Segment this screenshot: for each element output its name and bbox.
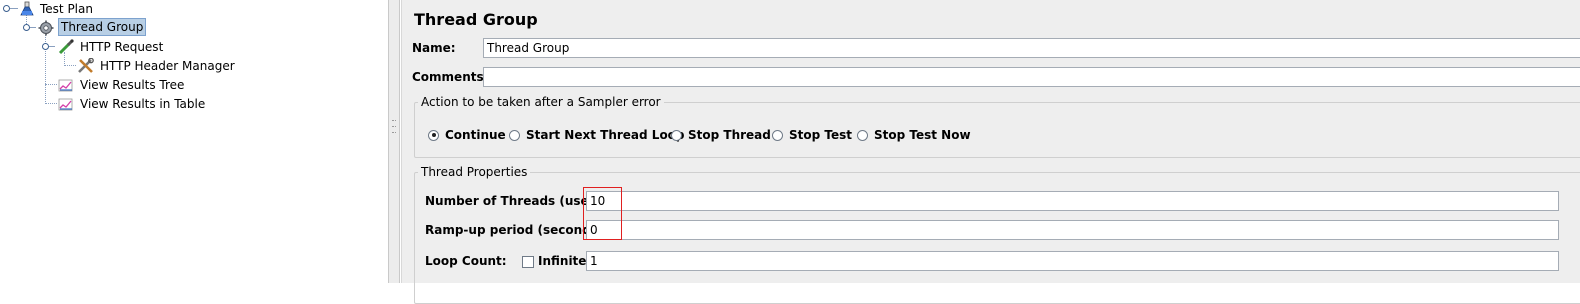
tree-item-label: HTTP Request xyxy=(80,40,164,54)
radio-label: Continue xyxy=(445,128,506,142)
infinite-checkbox[interactable] xyxy=(522,256,534,268)
tree-item-label: View Results in Table xyxy=(80,97,206,111)
thread-group-panel: Thread Group Name: Thread Group Comments… xyxy=(401,0,1580,304)
expand-toggle-test-plan[interactable] xyxy=(3,5,10,12)
radio-button xyxy=(772,129,783,141)
test-plan-tree[interactable]: Test Plan Thread Group HTTP Request HTTP xyxy=(0,0,388,283)
radio-label: Stop Test Now xyxy=(874,128,971,142)
expand-toggle-thread-group[interactable] xyxy=(23,24,30,31)
tree-connector xyxy=(45,103,57,104)
comments-field[interactable] xyxy=(483,67,1580,87)
radio-label: Stop Test xyxy=(789,128,852,142)
gear-icon xyxy=(38,20,54,36)
tree-connector xyxy=(30,27,36,28)
sampler-error-group: Action to be taken after a Sampler error… xyxy=(414,95,1580,158)
radio-label: Start Next Thread Loop xyxy=(526,128,685,142)
chart-listener-icon xyxy=(58,98,73,111)
radio-label: Stop Thread xyxy=(688,128,771,142)
error-action-radio-group: Continue Start Next Thread Loop Stop Thr… xyxy=(428,128,1568,144)
rampup-label: Ramp-up period (seconds): xyxy=(425,223,609,237)
radio-stop-test[interactable]: Stop Test xyxy=(772,128,852,142)
pipette-icon xyxy=(58,39,74,55)
tree-item-label: HTTP Header Manager xyxy=(100,59,235,73)
loop-count-field[interactable]: 1 xyxy=(586,251,1559,271)
name-label: Name: xyxy=(412,41,456,55)
red-highlight-box xyxy=(583,187,622,240)
expand-toggle-http-request[interactable] xyxy=(42,43,49,50)
tree-item-label: Test Plan xyxy=(40,2,93,16)
radio-stop-test-now[interactable]: Stop Test Now xyxy=(857,128,971,142)
tree-item-label: View Results Tree xyxy=(80,78,185,92)
tree-connector xyxy=(10,8,18,9)
radio-button xyxy=(671,129,682,141)
tree-connector xyxy=(45,30,46,104)
radio-continue[interactable]: Continue xyxy=(428,128,506,142)
flask-icon xyxy=(20,1,34,16)
radio-stop-thread[interactable]: Stop Thread xyxy=(671,128,771,142)
tree-connector xyxy=(45,84,57,85)
infinite-label: Infinite xyxy=(538,254,587,268)
comments-label: Comments: xyxy=(412,70,489,84)
chart-listener-icon xyxy=(58,79,73,92)
split-pane-divider[interactable] xyxy=(388,0,400,283)
name-field[interactable]: Thread Group xyxy=(483,38,1580,58)
radio-button xyxy=(509,129,520,141)
threads-field[interactable]: 10 xyxy=(586,191,1559,211)
radio-start-next-thread-loop[interactable]: Start Next Thread Loop xyxy=(509,128,685,142)
sampler-error-group-title: Action to be taken after a Sampler error xyxy=(418,95,664,109)
tree-connector xyxy=(49,46,55,47)
tree-connector xyxy=(64,65,76,66)
page-title: Thread Group xyxy=(414,10,538,29)
radio-button-selected xyxy=(428,129,439,141)
rampup-field[interactable]: 0 xyxy=(586,220,1559,240)
tree-item-label: Thread Group xyxy=(58,18,147,36)
radio-button xyxy=(857,129,868,141)
thread-properties-title: Thread Properties xyxy=(418,165,531,179)
tools-icon xyxy=(78,58,94,73)
loop-count-label: Loop Count: xyxy=(425,254,507,268)
